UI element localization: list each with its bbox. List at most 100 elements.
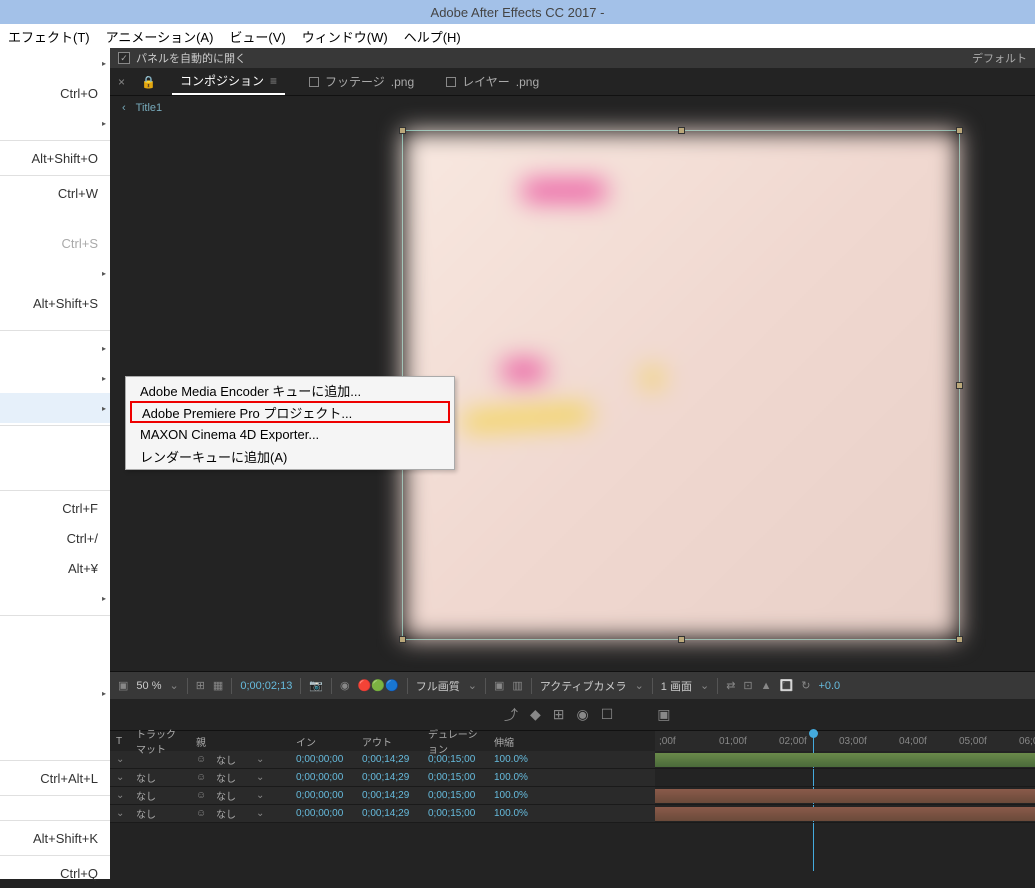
chevron-left-icon[interactable]: ‹	[122, 102, 126, 114]
parent-value[interactable]: なし	[210, 752, 250, 767]
trackmat-value[interactable]: なし	[130, 770, 190, 785]
export-ame[interactable]: Adobe Media Encoder キューに追加...	[126, 379, 454, 401]
menu-window[interactable]: ウィンドウ(W)	[302, 27, 388, 46]
refresh-icon[interactable]: ↻	[801, 679, 810, 692]
camera-icon[interactable]: 📷	[309, 679, 323, 692]
trackmat-value[interactable]: なし	[130, 788, 190, 803]
layer-bar[interactable]	[655, 787, 1035, 805]
workspace-label[interactable]: デフォルト	[972, 50, 1027, 66]
chevron-down-icon[interactable]: ⌄	[250, 772, 270, 783]
resize-handle[interactable]	[399, 636, 406, 643]
menu-quit[interactable]: Ctrl+Q	[0, 858, 110, 888]
menu-open[interactable]: Ctrl+O	[0, 78, 110, 108]
export-premiere[interactable]: Adobe Premiere Pro プロジェクト...	[130, 401, 450, 423]
menu-item[interactable]	[0, 258, 110, 288]
menu-item[interactable]	[0, 363, 110, 393]
dur-value[interactable]: 0;00;15;00	[422, 754, 488, 765]
export-maxon[interactable]: MAXON Cinema 4D Exporter...	[126, 423, 454, 445]
expand-icon[interactable]: ⌄	[110, 754, 130, 765]
menu-help[interactable]: ヘルプ(H)	[404, 27, 461, 46]
out-value[interactable]: 0;00;14;29	[356, 754, 422, 765]
col-trackmat[interactable]: トラックマット	[130, 726, 190, 756]
resize-handle[interactable]	[956, 636, 963, 643]
in-value[interactable]: 0;00;00;00	[290, 790, 356, 801]
resize-handle[interactable]	[678, 636, 685, 643]
menu-animation[interactable]: アニメーション(A)	[106, 27, 214, 46]
col-out[interactable]: アウト	[356, 734, 422, 749]
pickwhip-icon[interactable]: ☺	[190, 790, 210, 801]
menu-ctrl-slash[interactable]: Ctrl+/	[0, 523, 110, 553]
motion-blur-icon[interactable]: ◉	[577, 706, 589, 723]
in-value[interactable]: 0;00;00;00	[290, 808, 356, 819]
parent-value[interactable]: なし	[210, 770, 250, 785]
stretch-value[interactable]: 100.0%	[488, 808, 538, 819]
menu-item[interactable]	[0, 333, 110, 363]
timecode[interactable]: 0;00;02;13	[240, 680, 292, 692]
grid-icon[interactable]: ▦	[213, 679, 223, 692]
layer-bar[interactable]	[655, 751, 1035, 769]
tab-footage[interactable]: フッテージ .png	[301, 69, 422, 94]
resize-handle[interactable]	[956, 127, 963, 134]
timeline-tracks[interactable]	[655, 751, 1035, 823]
stretch-value[interactable]: 100.0%	[488, 754, 538, 765]
parent-value[interactable]: なし	[210, 806, 250, 821]
chevron-down-icon[interactable]: ⌄	[169, 679, 178, 692]
menu-item[interactable]	[0, 108, 110, 138]
out-value[interactable]: 0;00;14;29	[356, 772, 422, 783]
out-value[interactable]: 0;00;14;29	[356, 808, 422, 819]
menu-project-settings[interactable]: Alt+Shift+K	[0, 823, 110, 853]
menu-effect[interactable]: エフェクト(T)	[8, 27, 90, 46]
menu-export[interactable]	[0, 393, 110, 423]
color-channels-icon[interactable]: 🔴🟢🔵	[358, 679, 399, 692]
menu-find[interactable]: Ctrl+F	[0, 493, 110, 523]
menu-alt-yen[interactable]: Alt+¥	[0, 553, 110, 583]
transparency-grid-icon[interactable]: ▣	[494, 679, 504, 692]
expand-icon[interactable]: ⌄	[110, 808, 130, 819]
pickwhip-icon[interactable]: ☺	[190, 808, 210, 819]
pickwhip-icon[interactable]: ☺	[190, 754, 210, 765]
chevron-down-icon[interactable]: ⌄	[468, 679, 477, 692]
chevron-down-icon[interactable]: ⌄	[250, 808, 270, 819]
col-in[interactable]: イン	[290, 734, 356, 749]
resize-handle[interactable]	[678, 127, 685, 134]
auto-open-checkbox[interactable]: ✓	[118, 52, 130, 64]
expand-icon[interactable]: ⌄	[110, 790, 130, 801]
fast-preview-icon[interactable]: ▲	[761, 680, 772, 692]
layer-bar[interactable]	[655, 805, 1035, 823]
dur-value[interactable]: 0;00;15;00	[422, 808, 488, 819]
dur-value[interactable]: 0;00;15;00	[422, 790, 488, 801]
stretch-value[interactable]: 100.0%	[488, 772, 538, 783]
pixel-aspect-icon[interactable]: ⊡	[743, 679, 752, 692]
layer-row[interactable]: ⌄ なし ☺ なし ⌄ 0;00;00;00 0;00;14;29 0;00;1…	[110, 805, 655, 823]
composition-canvas[interactable]: ■■■■ ■■ ■ ■■■■■■■	[402, 130, 960, 640]
layer-row[interactable]: ⌄ なし ☺ なし ⌄ 0;00;00;00 0;00;14;29 0;00;1…	[110, 769, 655, 787]
close-icon[interactable]: ×	[118, 75, 125, 89]
mountain-icon[interactable]: ▣	[118, 679, 128, 692]
quality-select[interactable]: フル画質	[416, 678, 460, 694]
camera-select[interactable]: アクティブカメラ	[540, 678, 627, 694]
chevron-down-icon[interactable]: ⌄	[250, 754, 270, 765]
col-t[interactable]: T	[110, 736, 130, 747]
col-stretch[interactable]: 伸縮	[488, 734, 538, 749]
chevron-down-icon[interactable]: ⌄	[250, 790, 270, 801]
col-duration[interactable]: デュレーション	[422, 726, 488, 756]
expand-icon[interactable]: ⌄	[110, 772, 130, 783]
menu-close[interactable]: Ctrl+W	[0, 178, 110, 208]
menu-item[interactable]	[0, 678, 110, 708]
layer-row[interactable]: ⌄ ☺ なし ⌄ 0;00;00;00 0;00;14;29 0;00;15;0…	[110, 751, 655, 769]
dur-value[interactable]: 0;00;15;00	[422, 772, 488, 783]
lock-icon[interactable]: 🔒	[141, 75, 156, 89]
pickwhip-icon[interactable]: ☺	[190, 772, 210, 783]
resolution-icon[interactable]: ⊞	[196, 679, 205, 692]
trackmat-value[interactable]: なし	[130, 806, 190, 821]
menu-view[interactable]: ビュー(V)	[229, 27, 285, 46]
chevron-down-icon[interactable]: ⌄	[700, 679, 709, 692]
parent-value[interactable]: なし	[210, 788, 250, 803]
in-value[interactable]: 0;00;00;00	[290, 754, 356, 765]
stretch-value[interactable]: 100.0%	[488, 790, 538, 801]
frame-blend-icon[interactable]: ⊞	[553, 706, 565, 723]
chevron-down-icon[interactable]: ⌄	[635, 679, 644, 692]
resize-handle[interactable]	[399, 127, 406, 134]
layer-bar[interactable]	[655, 769, 1035, 787]
breadcrumb-title[interactable]: Title1	[136, 102, 163, 114]
